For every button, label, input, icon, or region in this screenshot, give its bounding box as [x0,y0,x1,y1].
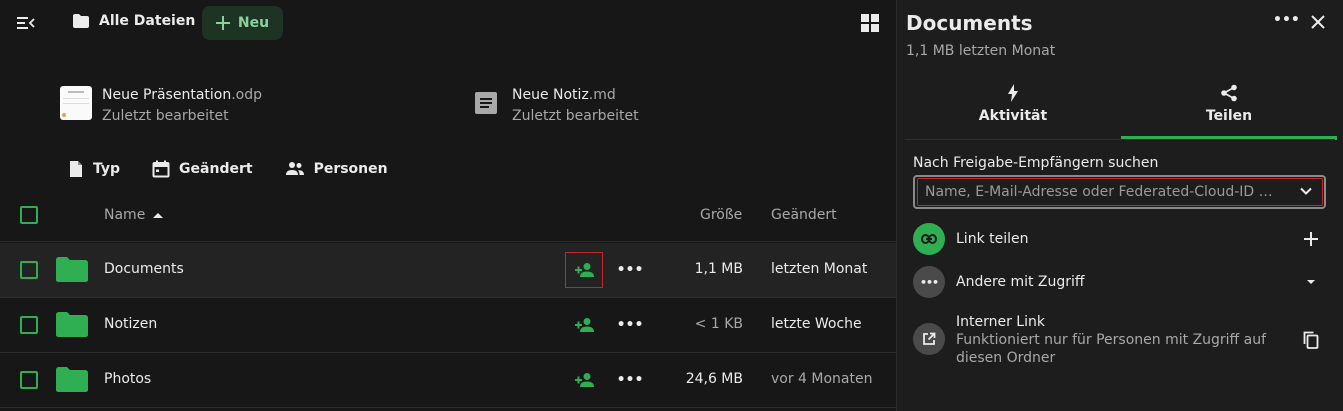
filter-people-label: Personen [313,161,388,177]
filter-modified-button[interactable]: Geändert [152,160,253,178]
internal-link-description: Funktioniert nur für Personen mit Zugrif… [956,332,1267,366]
share-link-row: Link teilen [913,223,1029,255]
filter-bar: Typ Geändert Personen [68,160,388,178]
sidebar-more-icon[interactable]: ••• [1273,12,1300,34]
table-row[interactable]: Notizen ••• < 1 KB letzte Woche [0,298,896,353]
navigation-toggle-icon[interactable] [14,13,36,33]
file-icon [70,161,82,177]
internal-link-label: Interner Link [956,314,1045,330]
folder-icon [56,257,88,282]
file-name[interactable]: Notizen [104,316,157,332]
file-size: 24,6 MB [685,371,743,387]
filter-type-label: Typ [93,161,121,177]
recent-file-presentation[interactable]: Neue Präsentation.odp Zuletzt bearbeitet [60,86,262,126]
plus-icon [215,16,230,30]
new-button-label: Neu [237,15,270,31]
new-button[interactable]: Neu [202,6,283,40]
tab-activity-label: Aktivität [978,108,1048,124]
sharee-search-input[interactable] [925,182,1285,202]
folder-icon [73,14,89,28]
recent-file-extension: .md [588,87,616,103]
recent-file-name: Neue Notiz [512,87,589,103]
recent-file-extension: .odp [231,87,263,103]
others-access-label: Andere mit Zugriff [956,274,1085,290]
sort-by-name[interactable]: Name [104,207,164,223]
plus-icon [1304,232,1318,246]
tab-sharing[interactable]: Teilen [1121,84,1337,140]
others-access-row[interactable]: ••• Andere mit Zugriff [913,266,1085,298]
filter-modified-label: Geändert [179,161,253,177]
search-label: Nach Freigabe-Empfängern suchen [913,155,1159,171]
column-size-label: Größe [700,207,743,223]
sidebar-title: Documents [906,11,1033,35]
more-actions-icon[interactable]: ••• [617,259,644,281]
table-header: Name Größe Geändert [0,190,896,242]
grid-view-icon[interactable] [860,13,880,33]
external-link-icon [913,323,945,355]
copy-icon[interactable] [1301,330,1321,350]
folder-icon [56,367,88,392]
share-user-icon[interactable] [565,362,603,398]
sort-ascending-icon [153,213,164,218]
caret-down-icon[interactable] [1303,275,1319,289]
file-modified: letzte Woche [771,316,862,332]
file-name[interactable]: Photos [104,371,151,387]
row-checkbox[interactable] [20,316,38,334]
filter-type-button[interactable]: Typ [68,160,120,178]
recent-file-subtitle: Zuletzt bearbeitet [102,108,229,124]
recent-file-name: Neue Präsentation [102,87,232,103]
file-name[interactable]: Documents [104,261,184,277]
file-modified: vor 4 Monaten [771,371,873,387]
row-checkbox[interactable] [20,371,38,389]
internal-link-row: Interner Link Funktioniert nur für Perso… [913,313,1278,367]
column-name-label: Name [104,207,146,223]
share-user-icon[interactable] [565,307,603,343]
share-icon [1221,84,1237,102]
more-actions-icon[interactable]: ••• [617,314,644,336]
select-all-checkbox[interactable] [20,206,38,224]
column-modified-label: Geändert [771,207,837,223]
breadcrumb-label: Alle Dateien [99,13,196,29]
people-icon [285,162,304,175]
breadcrumb-all-files[interactable]: Alle Dateien [72,13,195,29]
filter-people-button[interactable]: Personen [285,160,388,178]
tab-activity[interactable]: Aktivität [905,84,1121,140]
share-link-label: Link teilen [956,231,1029,247]
folder-icon [56,312,88,337]
lightning-icon [1008,84,1018,102]
close-icon[interactable] [1307,11,1329,33]
file-modified: letzten Monat [771,261,868,277]
top-bar: Alle Dateien Neu [0,0,896,46]
tab-sharing-label: Teilen [1205,108,1253,124]
add-share-link-button[interactable] [1301,229,1321,249]
details-sidebar: Documents 1,1 MB letzten Monat ••• Aktiv… [896,0,1343,411]
tab-divider [905,139,1335,140]
table-row[interactable]: Documents ••• 1,1 MB letzten Monat [0,243,896,298]
dots-icon: ••• [913,266,945,298]
sidebar-subtitle: 1,1 MB letzten Monat [906,43,1056,59]
recent-file-note[interactable]: Neue Notiz.md Zuletzt bearbeitet [470,86,639,126]
row-checkbox[interactable] [20,261,38,279]
file-size: 1,1 MB [694,261,743,277]
table-row[interactable]: Photos ••• 24,6 MB vor 4 Monaten [0,353,896,408]
more-actions-icon[interactable]: ••• [617,369,644,391]
document-icon [470,86,502,120]
sort-by-size[interactable]: Größe [700,207,742,223]
file-size: < 1 KB [694,316,743,332]
files-area: Alle Dateien Neu Neue Präsentation.odp Z… [0,0,896,411]
calendar-icon [152,160,170,178]
recent-file-subtitle: Zuletzt bearbeitet [512,108,639,124]
sort-by-modified[interactable]: Geändert [771,207,837,223]
share-user-icon[interactable] [565,252,603,288]
presentation-thumbnail [60,86,92,120]
link-icon [913,223,945,255]
chevron-down-icon[interactable] [1299,184,1313,198]
